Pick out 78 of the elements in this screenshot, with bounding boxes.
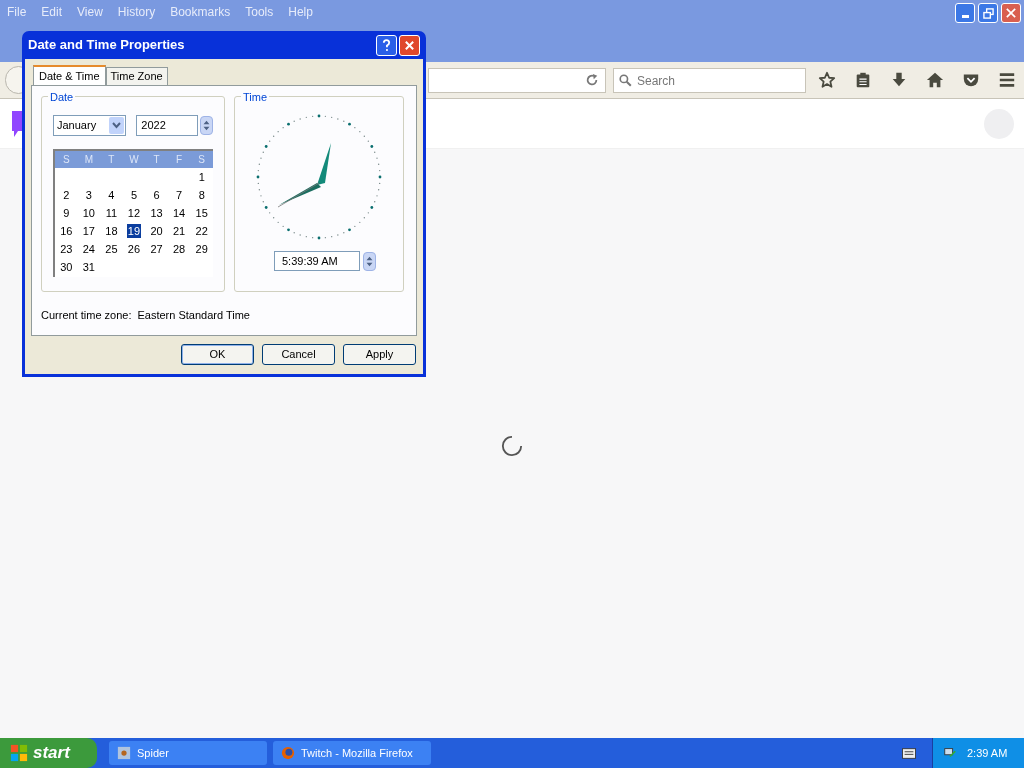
network-icon[interactable] bbox=[943, 746, 957, 760]
star-icon[interactable] bbox=[818, 71, 836, 89]
calendar-day[interactable]: 26 bbox=[127, 242, 141, 256]
dialog-button[interactable]: Apply bbox=[343, 344, 416, 365]
menu-icon[interactable] bbox=[998, 71, 1016, 89]
calendar-day[interactable]: 6 bbox=[153, 188, 160, 202]
restore-icon bbox=[982, 7, 994, 19]
month-dropdown[interactable]: January bbox=[53, 115, 127, 136]
year-field[interactable]: 2022 bbox=[136, 115, 198, 136]
calendar-day[interactable]: 29 bbox=[195, 242, 208, 256]
calendar-day[interactable]: 19 bbox=[126, 224, 142, 238]
calendar-day[interactable]: 3 bbox=[85, 188, 92, 202]
calendar-day[interactable]: 13 bbox=[150, 206, 163, 220]
spider-app-icon bbox=[117, 746, 131, 760]
calendar-day[interactable]: 16 bbox=[60, 224, 73, 238]
dialog-button[interactable]: OK bbox=[181, 344, 254, 365]
calendar-day[interactable]: 28 bbox=[173, 242, 186, 256]
weekday-header: S bbox=[61, 153, 71, 167]
calendar-day[interactable]: 14 bbox=[173, 206, 186, 220]
calendar-day[interactable]: 2 bbox=[63, 188, 70, 202]
home-icon[interactable] bbox=[926, 71, 944, 89]
calendar-day[interactable]: 10 bbox=[82, 206, 95, 220]
year-spin-button[interactable] bbox=[200, 116, 213, 135]
weekday-header: W bbox=[128, 153, 140, 167]
weekday-header: S bbox=[197, 153, 207, 167]
time-spin-button[interactable] bbox=[363, 251, 376, 271]
help-icon bbox=[382, 38, 391, 52]
calendar-day[interactable]: 15 bbox=[195, 206, 208, 220]
calendar-day[interactable]: 11 bbox=[105, 206, 118, 220]
help-button[interactable] bbox=[376, 34, 397, 56]
time-zone-value: Eastern Standard Time bbox=[137, 308, 250, 323]
calendar-day[interactable]: 25 bbox=[105, 242, 118, 256]
tray-clock: 2:39 AM bbox=[967, 745, 1008, 761]
calendar-day[interactable]: 31 bbox=[82, 260, 95, 274]
close-icon bbox=[1006, 8, 1016, 18]
weekday-header: T bbox=[107, 153, 116, 167]
taskbar-button[interactable]: Spider bbox=[109, 741, 267, 765]
calendar-day[interactable]: 12 bbox=[127, 206, 141, 220]
time-field[interactable]: 5:39:39 AM bbox=[274, 251, 360, 271]
calendar-day[interactable]: 18 bbox=[105, 224, 118, 238]
calendar-day[interactable]: 7 bbox=[176, 188, 183, 202]
clipboard-list-icon[interactable] bbox=[854, 71, 872, 89]
tab[interactable]: Date & Time bbox=[33, 65, 106, 85]
taskbar-button[interactable]: Twitch - Mozilla Firefox bbox=[273, 741, 431, 765]
restore-button[interactable] bbox=[978, 3, 998, 23]
calendar-day[interactable]: 20 bbox=[150, 224, 163, 238]
start-button[interactable]: start bbox=[0, 738, 97, 768]
search-icon bbox=[619, 73, 632, 87]
tab[interactable]: Time Zone bbox=[105, 67, 168, 85]
weekday-header: T bbox=[152, 153, 161, 167]
calendar-day[interactable]: 23 bbox=[60, 242, 73, 256]
loading-spinner-icon bbox=[501, 435, 523, 457]
keyboard-icon[interactable] bbox=[902, 747, 916, 759]
dialog-button[interactable]: Cancel bbox=[262, 344, 335, 365]
time-zone-label: Current time zone: bbox=[41, 308, 132, 323]
search-field[interactable]: Search bbox=[613, 68, 806, 93]
calendar-day[interactable]: 8 bbox=[198, 188, 205, 202]
calendar-day[interactable]: 1 bbox=[198, 170, 205, 184]
close-button[interactable] bbox=[1001, 3, 1021, 23]
download-icon[interactable] bbox=[890, 71, 908, 89]
calendar-day[interactable]: 22 bbox=[195, 224, 208, 238]
reload-icon[interactable] bbox=[585, 73, 599, 87]
calendar-day[interactable]: 30 bbox=[60, 260, 73, 274]
minimize-button[interactable] bbox=[955, 3, 975, 23]
windows-logo-icon bbox=[10, 744, 28, 762]
close-button[interactable] bbox=[399, 34, 420, 56]
calendar-day[interactable]: 24 bbox=[82, 242, 95, 256]
calendar-day[interactable]: 5 bbox=[130, 188, 138, 202]
calendar-day[interactable]: 17 bbox=[82, 224, 95, 238]
weekday-header: M bbox=[83, 153, 94, 167]
weekday-header: F bbox=[175, 153, 184, 167]
calendar-day[interactable]: 4 bbox=[108, 188, 115, 202]
firefox-icon bbox=[281, 746, 295, 760]
calendar-day[interactable]: 21 bbox=[173, 224, 186, 238]
calendar-day[interactable]: 9 bbox=[63, 206, 70, 220]
calendar-day[interactable]: 27 bbox=[150, 242, 163, 256]
close-icon bbox=[404, 39, 415, 51]
dialog-title: Date and Time Properties bbox=[28, 36, 186, 55]
